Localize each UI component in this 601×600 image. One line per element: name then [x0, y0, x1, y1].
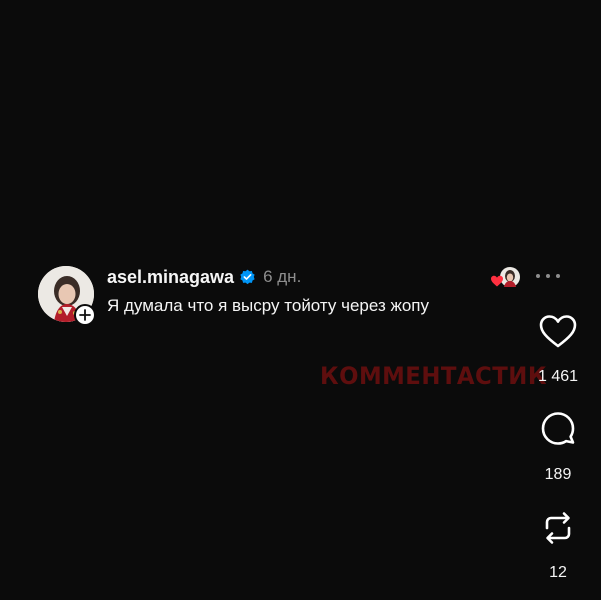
like-action: 1 461	[528, 312, 588, 386]
verified-badge-icon	[240, 269, 255, 284]
follow-button[interactable]	[74, 304, 96, 326]
liked-by-avatar	[491, 267, 520, 287]
comment-action: 189	[528, 410, 588, 484]
post-time: 6 дн.	[263, 267, 302, 286]
comment-bubble-icon[interactable]	[538, 410, 578, 450]
repost-count: 12	[549, 564, 567, 581]
plus-icon	[79, 309, 91, 321]
more-horizontal-icon	[536, 274, 540, 278]
repost-icon[interactable]	[538, 508, 578, 548]
post: asel.minagawa 6 дн. Я думала что я высру…	[38, 266, 558, 326]
username[interactable]: asel.minagawa	[107, 267, 234, 288]
watermark: КОММЕНТАСТИК	[320, 362, 547, 390]
like-count: 1 461	[537, 368, 579, 385]
more-horizontal-icon	[546, 274, 550, 278]
post-text: Я думала что я высру тойоту через жопу	[107, 296, 429, 315]
repost-action: 12	[528, 508, 588, 582]
liked-by-author	[490, 266, 522, 290]
post-header: asel.minagawa 6 дн.	[107, 266, 301, 288]
comment-count: 189	[544, 466, 572, 483]
more-horizontal-icon	[556, 274, 560, 278]
avatar[interactable]	[38, 266, 96, 326]
heart-icon[interactable]	[538, 312, 578, 352]
more-options-button[interactable]	[536, 266, 560, 286]
